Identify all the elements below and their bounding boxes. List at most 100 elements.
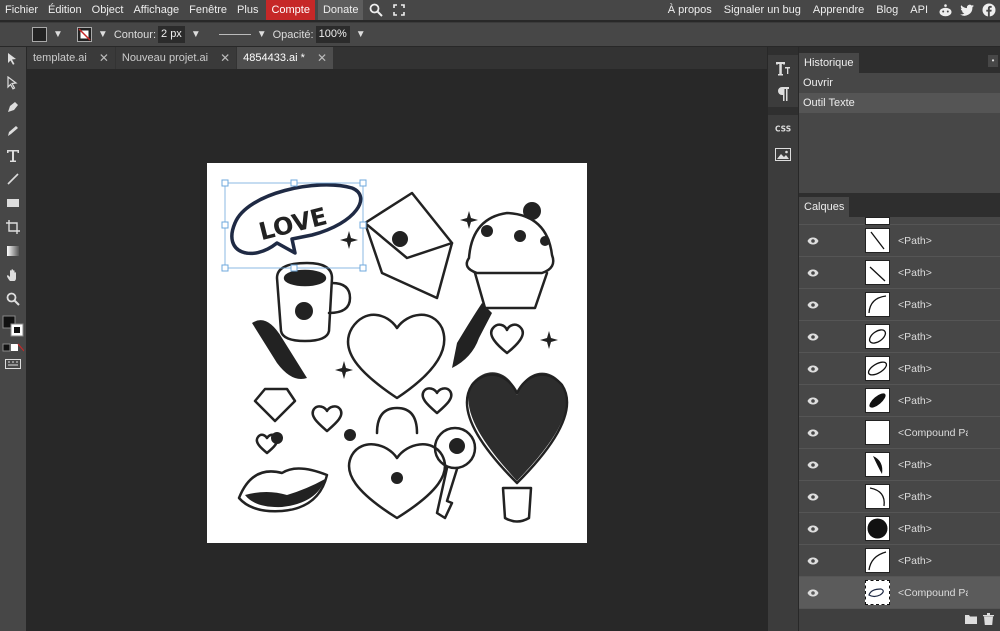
fill-color-swatch[interactable] xyxy=(32,27,47,42)
menu-fichier[interactable]: Fichier xyxy=(0,0,43,20)
layer-row[interactable]: <Path> xyxy=(799,481,1000,513)
selection-tool-icon[interactable] xyxy=(0,47,26,71)
stroke-style-preview[interactable] xyxy=(218,34,251,35)
image-panel-icon[interactable] xyxy=(768,141,798,167)
opacity-dropdown-icon[interactable]: ▼ xyxy=(356,29,366,40)
gradient-tool-icon[interactable] xyxy=(0,239,26,263)
eye-icon[interactable] xyxy=(801,397,825,405)
options-bar: ▼ ▼ Contour: 2 px ▼ ▼ Opacité: 100% ▼ xyxy=(0,22,1000,46)
eye-icon[interactable] xyxy=(801,301,825,309)
layer-row[interactable]: <Path> xyxy=(799,289,1000,321)
direct-selection-tool-icon[interactable] xyxy=(0,71,26,95)
search-icon[interactable] xyxy=(366,0,386,20)
pen-tool-icon[interactable] xyxy=(0,95,26,119)
historique-tab[interactable]: Historique xyxy=(799,53,859,73)
stroke-color-swatch[interactable] xyxy=(76,27,92,42)
menu-fenetre[interactable]: Fenêtre xyxy=(184,0,232,20)
menu-a-propos[interactable]: À propos xyxy=(662,0,718,20)
contour-width-input[interactable]: 2 px xyxy=(158,26,185,43)
eye-icon[interactable] xyxy=(801,493,825,501)
layer-row[interactable]: <Path> xyxy=(799,385,1000,417)
compte-button[interactable]: Compte xyxy=(266,0,315,20)
eye-icon[interactable] xyxy=(801,429,825,437)
zoom-tool-icon[interactable] xyxy=(0,287,26,311)
layer-row-selected[interactable]: <Compound Pa xyxy=(799,577,1000,609)
layer-row[interactable]: <Path> xyxy=(799,225,1000,257)
tab-nouveau-projet[interactable]: Nouveau projet.ai ✕ xyxy=(115,47,237,69)
close-icon[interactable]: ✕ xyxy=(220,51,230,65)
trash-icon[interactable] xyxy=(983,612,994,628)
opacity-input[interactable]: 100% xyxy=(315,26,350,43)
crop-tool-icon[interactable] xyxy=(0,215,26,239)
contour-width-dropdown-icon[interactable]: ▼ xyxy=(191,29,201,40)
stroke-dropdown-icon[interactable]: ▼ xyxy=(98,29,108,40)
facebook-icon[interactable] xyxy=(980,0,998,20)
artboard[interactable]: LOVE xyxy=(207,163,587,543)
reddit-icon[interactable] xyxy=(936,0,954,20)
layer-row[interactable]: <Path> xyxy=(799,513,1000,545)
history-item-outil-texte[interactable]: Outil Texte xyxy=(799,93,1000,113)
layer-row[interactable]: <Path> xyxy=(799,257,1000,289)
eye-icon[interactable] xyxy=(801,525,825,533)
layer-row[interactable]: <Path> xyxy=(799,353,1000,385)
css-panel-icon[interactable]: CSS xyxy=(768,115,798,141)
artwork: LOVE xyxy=(221,179,569,523)
eye-icon[interactable] xyxy=(801,333,825,341)
toolbox xyxy=(0,47,26,631)
layer-row[interactable]: <Path> xyxy=(799,545,1000,577)
menu-signaler-bug[interactable]: Signaler un bug xyxy=(718,0,807,20)
menu-object[interactable]: Object xyxy=(87,0,129,20)
menu-plus[interactable]: Plus xyxy=(232,0,263,20)
history-item-ouvrir[interactable]: Ouvrir xyxy=(799,73,1000,93)
menu-edition[interactable]: Édition xyxy=(43,0,87,20)
contour-label: Contour: xyxy=(113,28,157,41)
opacity-label: Opacité: xyxy=(272,28,314,41)
stroke-style-dropdown-icon[interactable]: ▼ xyxy=(257,29,267,40)
layer-row[interactable]: <Path> xyxy=(799,321,1000,353)
menu-blog[interactable]: Blog xyxy=(870,0,904,20)
fullscreen-icon[interactable] xyxy=(389,0,409,20)
rectangle-tool-icon[interactable] xyxy=(0,191,26,215)
close-icon[interactable]: ✕ xyxy=(99,51,109,65)
layer-thumbnail xyxy=(865,484,890,509)
eye-icon[interactable] xyxy=(801,269,825,277)
eye-icon[interactable] xyxy=(801,365,825,373)
menu-affichage[interactable]: Affichage xyxy=(128,0,184,20)
keyboard-icon[interactable] xyxy=(0,355,26,373)
tab-4854433[interactable]: 4854433.ai * ✕ xyxy=(237,47,334,69)
hand-tool-icon[interactable] xyxy=(0,263,26,287)
menu-api[interactable]: API xyxy=(904,0,934,20)
pencil-tool-icon[interactable] xyxy=(0,119,26,143)
calques-tab[interactable]: Calques xyxy=(799,197,850,217)
layer-row[interactable]: <Compound Pa xyxy=(799,417,1000,449)
line-tool-icon[interactable] xyxy=(0,167,26,191)
folder-icon[interactable] xyxy=(965,614,977,627)
layer-name: <Path> xyxy=(898,490,932,503)
eye-icon[interactable] xyxy=(801,589,825,597)
tab-template[interactable]: template.ai ✕ xyxy=(27,47,115,69)
close-icon[interactable]: ✕ xyxy=(317,51,327,65)
menu-apprendre[interactable]: Apprendre xyxy=(807,0,870,20)
side-tool-strip: CSS xyxy=(768,47,798,631)
paragraph-panel-icon[interactable] xyxy=(768,81,798,107)
text-tool-icon[interactable] xyxy=(0,143,26,167)
swap-colors-icon[interactable] xyxy=(0,341,26,355)
layer-name: <Compound Pa xyxy=(898,586,968,599)
panel-menu-icon[interactable]: • xyxy=(988,55,998,67)
layer-row-partial[interactable] xyxy=(799,217,1000,225)
layer-row[interactable]: <Path> xyxy=(799,449,1000,481)
layer-name: <Path> xyxy=(898,234,932,247)
twitter-icon[interactable] xyxy=(958,0,976,20)
layer-name: <Compound Pa xyxy=(898,426,968,439)
layer-thumbnail xyxy=(865,217,890,225)
tab-label: 4854433.ai * xyxy=(243,52,305,64)
eye-icon[interactable] xyxy=(801,237,825,245)
eye-icon[interactable] xyxy=(801,557,825,565)
fill-dropdown-icon[interactable]: ▼ xyxy=(53,29,63,40)
color-swatches-icon[interactable] xyxy=(0,311,26,341)
character-panel-icon[interactable] xyxy=(768,55,798,81)
layer-thumbnail xyxy=(865,580,890,605)
svg-text:CSS: CSS xyxy=(775,125,791,133)
eye-icon[interactable] xyxy=(801,461,825,469)
donate-button[interactable]: Donate xyxy=(317,0,364,20)
